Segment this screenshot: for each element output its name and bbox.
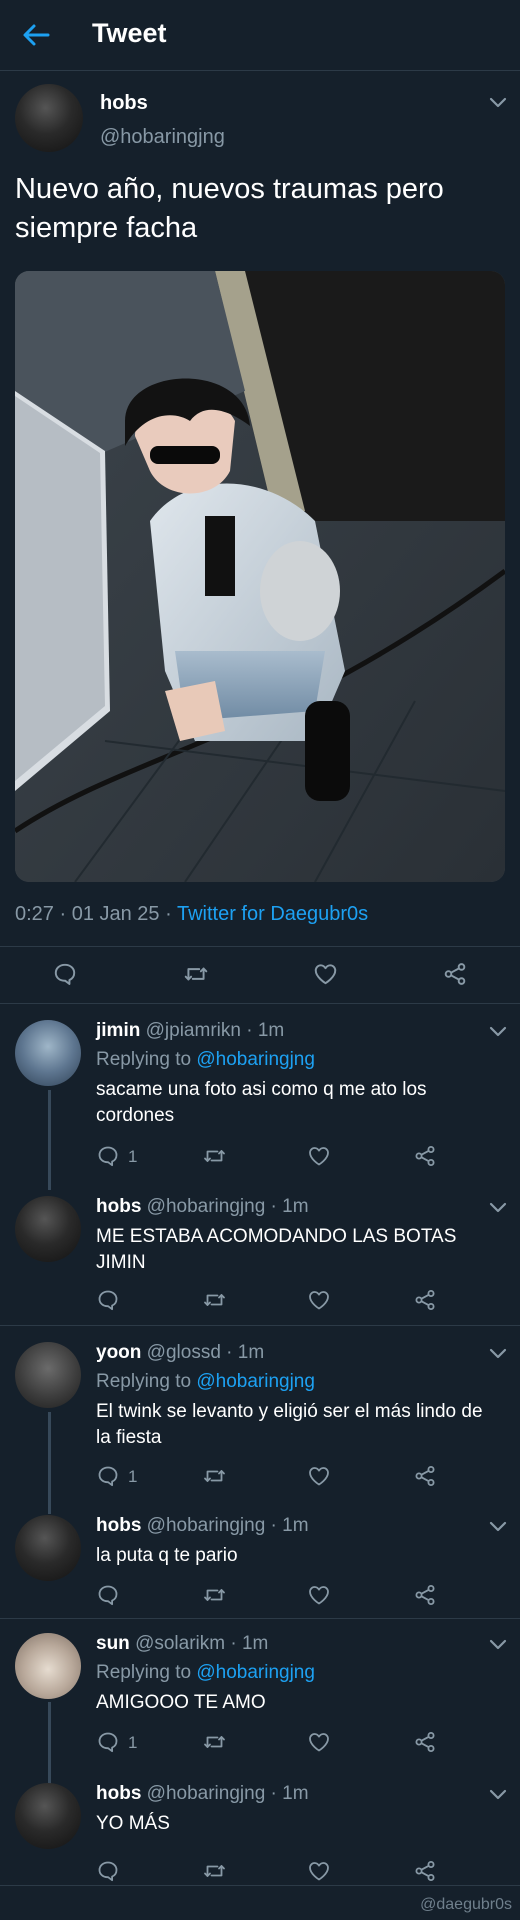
tweet-text: Nuevo año, nuevos traumas pero siempre f…: [15, 173, 444, 244]
tweet-photo[interactable]: [15, 271, 505, 882]
chevron-down-icon[interactable]: [489, 1521, 507, 1533]
like-icon[interactable]: [307, 1464, 331, 1488]
timestamp: 0:27 · 01 Jan 25 ·: [15, 903, 177, 925]
reply-author[interactable]: hobs @hobaringjng · 1m: [96, 1783, 309, 1805]
share-icon[interactable]: [413, 1583, 437, 1607]
retweet-icon[interactable]: [202, 1464, 227, 1488]
reply-text: sacame una foto asi como q me ato los co…: [96, 1079, 427, 1126]
reply-author[interactable]: jimin @jpiamrikn · 1m: [96, 1020, 284, 1042]
retweet-icon[interactable]: [182, 961, 210, 987]
reply-count: 1: [128, 1733, 138, 1752]
reply-icon[interactable]: [96, 1464, 120, 1488]
reply-text: la puta q te pario: [96, 1545, 238, 1566]
retweet-icon[interactable]: [202, 1144, 227, 1168]
reply-item[interactable]: hobs @hobaringjng · 1m la puta q te pari…: [0, 1501, 520, 1618]
reply-item[interactable]: sun @solarikm · 1m Replying to @hobaring…: [0, 1619, 520, 1767]
source-link[interactable]: Twitter for Daegubr0s: [177, 903, 368, 925]
tweet-actions: [0, 948, 520, 1000]
avatar[interactable]: [15, 1020, 81, 1086]
like-icon[interactable]: [307, 1144, 331, 1168]
mention-link[interactable]: @hobaringjng: [196, 1371, 315, 1392]
page-title: Tweet: [92, 18, 167, 48]
reply-item[interactable]: hobs @hobaringjng · 1m YO MÁS: [0, 1767, 520, 1885]
reply-icon[interactable]: [96, 1288, 120, 1312]
like-icon[interactable]: [312, 961, 339, 987]
reply-author[interactable]: yoon @glossd · 1m: [96, 1342, 264, 1364]
avatar[interactable]: [15, 1342, 81, 1408]
like-icon[interactable]: [307, 1288, 331, 1312]
thread-line: [48, 1412, 51, 1514]
reply-text: AMIGOOO TE AMO: [96, 1692, 266, 1713]
top-bar: Tweet: [0, 0, 520, 71]
chevron-down-icon[interactable]: [489, 1789, 507, 1801]
share-icon[interactable]: [413, 1730, 437, 1754]
reply-author[interactable]: sun @solarikm · 1m: [96, 1633, 268, 1655]
retweet-icon[interactable]: [202, 1859, 227, 1883]
reply-count: 1: [128, 1147, 138, 1166]
retweet-icon[interactable]: [202, 1288, 227, 1312]
avatar[interactable]: [15, 1783, 81, 1849]
avatar[interactable]: [15, 84, 83, 152]
retweet-icon[interactable]: [202, 1583, 227, 1607]
author-name[interactable]: hobs: [100, 92, 148, 115]
reply-text: El twink se levanto y eligió ser el más …: [96, 1401, 483, 1448]
back-arrow-icon[interactable]: [18, 20, 54, 50]
chevron-down-icon[interactable]: [489, 1639, 507, 1651]
tweet-meta: 0:27 · 01 Jan 25 · Twitter for Daegubr0s: [15, 903, 368, 926]
share-icon[interactable]: [413, 1288, 437, 1312]
reply-author[interactable]: hobs @hobaringjng · 1m: [96, 1196, 309, 1218]
share-icon[interactable]: [442, 961, 468, 987]
avatar[interactable]: [15, 1515, 81, 1581]
divider: [0, 946, 520, 947]
reply-icon[interactable]: [52, 961, 78, 987]
replying-to: Replying to @hobaringjng: [96, 1662, 315, 1683]
share-icon[interactable]: [413, 1144, 437, 1168]
reply-item[interactable]: yoon @glossd · 1m Replying to @hobaringj…: [0, 1326, 520, 1501]
avatar[interactable]: [15, 1633, 81, 1699]
like-icon[interactable]: [307, 1730, 331, 1754]
share-icon[interactable]: [413, 1464, 437, 1488]
reply-icon[interactable]: [96, 1730, 120, 1754]
like-icon[interactable]: [307, 1583, 331, 1607]
divider: [0, 1885, 520, 1886]
chevron-down-icon[interactable]: [489, 97, 507, 109]
chevron-down-icon[interactable]: [489, 1348, 507, 1360]
reply-icon[interactable]: [96, 1583, 120, 1607]
reply-icon[interactable]: [96, 1859, 120, 1883]
reply-item[interactable]: hobs @hobaringjng · 1m ME ESTABA ACOMODA…: [0, 1174, 520, 1326]
mention-link[interactable]: @hobaringjng: [196, 1049, 315, 1070]
avatar[interactable]: [15, 1196, 81, 1262]
replying-to: Replying to @hobaringjng: [96, 1049, 315, 1070]
reply-text: YO MÁS: [96, 1813, 170, 1834]
author-handle[interactable]: @hobaringjng: [100, 126, 225, 149]
like-icon[interactable]: [307, 1859, 331, 1883]
retweet-icon[interactable]: [202, 1730, 227, 1754]
reply-item[interactable]: jimin @jpiamrikn · 1m Replying to @hobar…: [0, 1004, 520, 1174]
reply-icon[interactable]: [96, 1144, 120, 1168]
mention-link[interactable]: @hobaringjng: [196, 1662, 315, 1683]
chevron-down-icon[interactable]: [489, 1026, 507, 1038]
watermark: @daegubr0s: [420, 1896, 512, 1913]
photo-image: [15, 271, 505, 882]
replying-to: Replying to @hobaringjng: [96, 1371, 315, 1392]
share-icon[interactable]: [413, 1859, 437, 1883]
reply-text: ME ESTABA ACOMODANDO LAS BOTAS JIMIN: [96, 1226, 457, 1273]
reply-author[interactable]: hobs @hobaringjng · 1m: [96, 1515, 309, 1537]
chevron-down-icon[interactable]: [489, 1202, 507, 1214]
reply-count: 1: [128, 1467, 138, 1486]
